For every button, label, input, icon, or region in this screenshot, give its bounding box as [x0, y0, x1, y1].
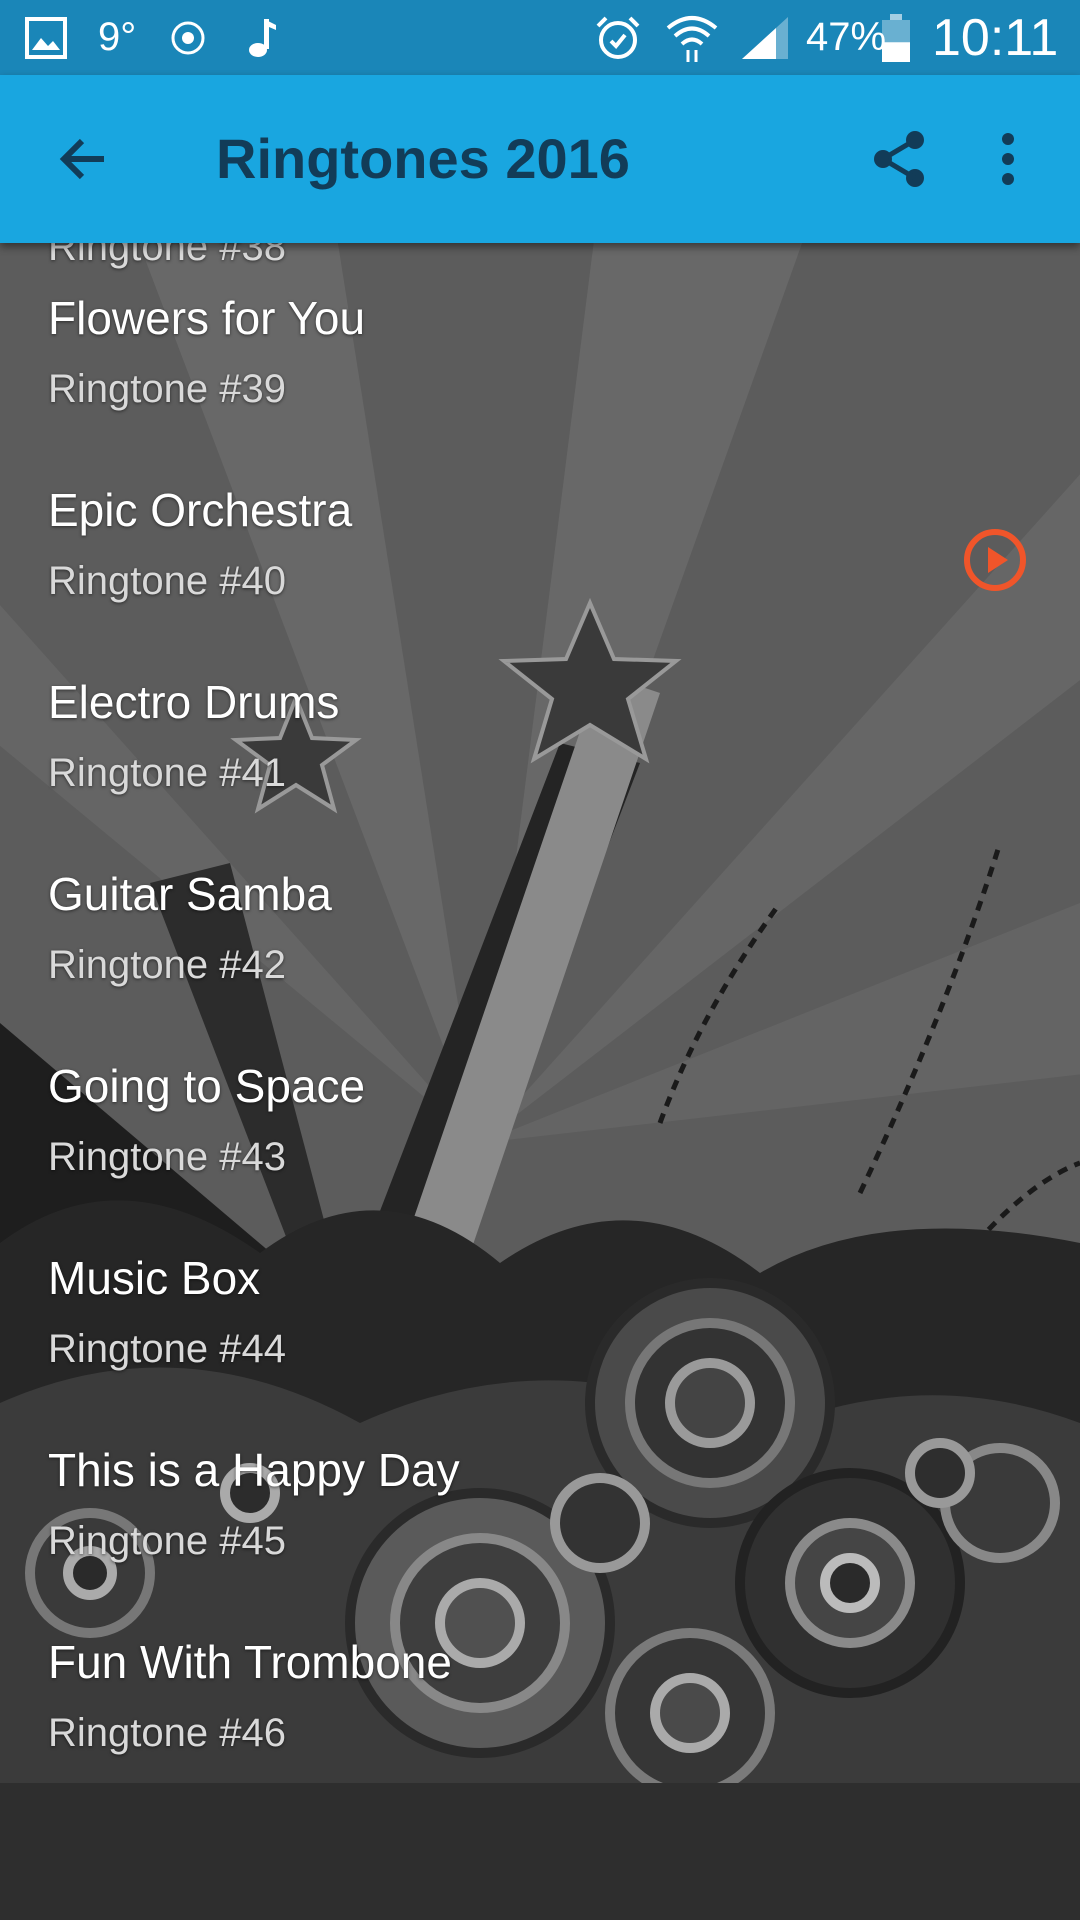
alarm-icon [594, 0, 642, 75]
play-icon[interactable] [962, 527, 1028, 593]
ringtone-number: Ringtone #42 [48, 943, 286, 987]
content-area[interactable]: Ringtone #38 Flowers for You Ringtone #3… [0, 243, 1080, 1920]
clock: 10:11 [932, 8, 1059, 67]
list-item[interactable]: Epic Orchestra Ringtone #40 [0, 483, 1080, 675]
ringtone-number: Ringtone #39 [48, 367, 286, 411]
ringtone-name: This is a Happy Day [48, 1444, 460, 1496]
ringtone-number: Ringtone #41 [48, 751, 286, 795]
ringtone-name: Music Box [48, 1252, 261, 1304]
battery-icon [880, 0, 912, 75]
music-note-icon [246, 0, 276, 75]
list-item[interactable]: Music Box Ringtone #44 [0, 1251, 1080, 1443]
ringtone-list: Ringtone #38 Flowers for You Ringtone #3… [0, 243, 1080, 1920]
back-arrow-icon[interactable] [44, 119, 124, 199]
list-item[interactable]: Guitar Samba Ringtone #42 [0, 867, 1080, 1059]
list-item[interactable]: This is a Happy Day Ringtone #45 [0, 1443, 1080, 1635]
share-icon[interactable] [860, 119, 940, 199]
list-item[interactable]: Fun With Trombone Ringtone #46 [0, 1635, 1080, 1827]
ringtone-name: Going to Space [48, 1060, 366, 1112]
ringtone-number: Ringtone #38 [48, 243, 286, 269]
ringtone-name: Guitar Samba [48, 868, 332, 920]
list-item[interactable]: Flowers for You Ringtone #39 [0, 291, 1080, 483]
ringtone-name: Fun With Trombone [48, 1636, 452, 1688]
ringtone-number: Ringtone #46 [48, 1711, 286, 1755]
gallery-icon [24, 0, 68, 75]
list-item[interactable]: Electro Drums Ringtone #41 [0, 675, 1080, 867]
ringtone-number: Ringtone #45 [48, 1519, 286, 1563]
list-item[interactable]: Going to Space Ringtone #43 [0, 1059, 1080, 1251]
ringtone-name: Flowers for You [48, 292, 366, 344]
ringtone-number: Ringtone #44 [48, 1327, 286, 1371]
ringtone-name: Electro Drums [48, 676, 340, 728]
signal-icon [740, 0, 790, 75]
ringtone-name: Epic Orchestra [48, 484, 353, 536]
ringtone-number: Ringtone #40 [48, 559, 286, 603]
status-bar: 9° 47% 10:11 [0, 0, 1080, 75]
app-bar: Ringtones 2016 [0, 75, 1080, 243]
temperature: 9° [98, 15, 137, 59]
page-title: Ringtones 2016 [216, 127, 630, 190]
sync-icon [170, 0, 206, 75]
ringtone-number: Ringtone #43 [48, 1135, 286, 1179]
battery-percent: 47% [806, 15, 887, 59]
wifi-icon [664, 0, 720, 75]
more-options-icon[interactable] [968, 119, 1048, 199]
